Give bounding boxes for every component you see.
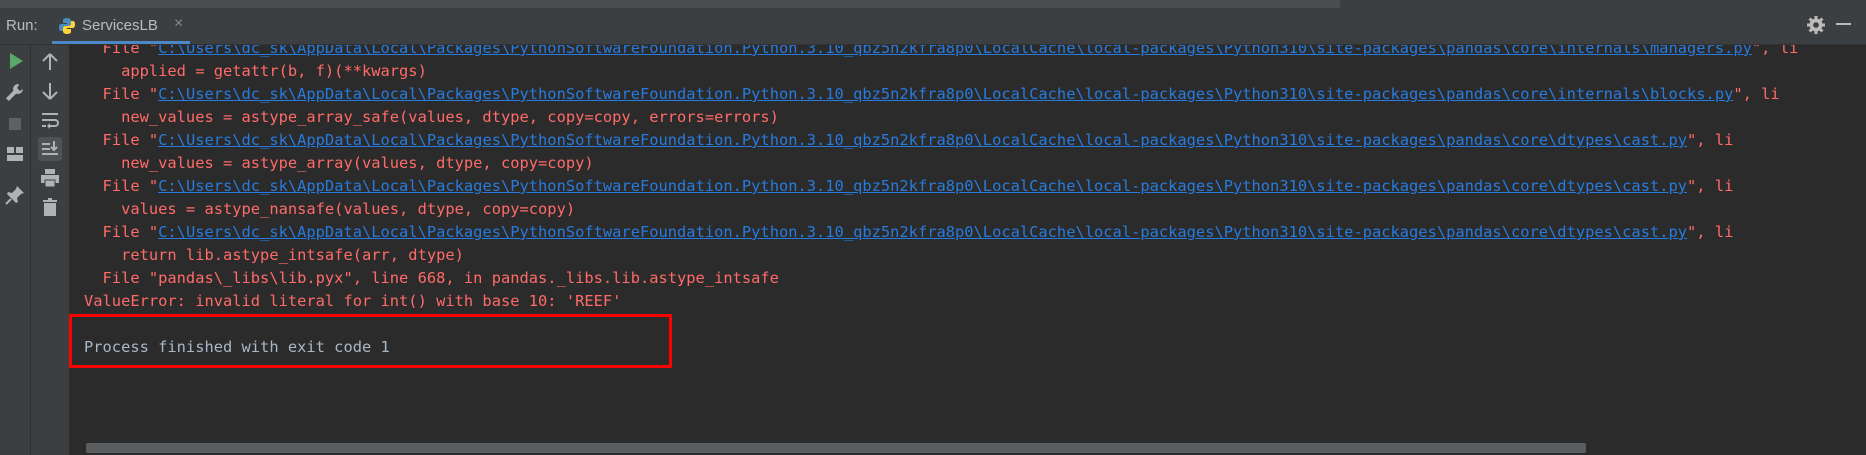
console-output[interactable]: File "C:\Users\dc_sk\AppData\Local\Packa… xyxy=(70,45,1866,455)
file-prefix: File " xyxy=(84,177,159,195)
stop-icon[interactable] xyxy=(3,112,27,136)
file-suffix: ", li xyxy=(1687,223,1734,241)
file-suffix: ", li xyxy=(1687,131,1734,149)
left-tool-strip xyxy=(0,45,31,455)
error-highlight-box xyxy=(69,314,672,368)
traceback-code-line: return lib.astype_intsafe(arr, dtype) xyxy=(84,246,464,264)
file-path-link[interactable]: C:\Users\dc_sk\AppData\Local\Packages\Py… xyxy=(158,131,1687,149)
file-prefix: File " xyxy=(84,85,159,103)
gear-icon[interactable] xyxy=(1805,14,1827,36)
tab-services-lb[interactable]: ServicesLB × xyxy=(52,8,190,44)
traceback-file-line: File "C:\Users\dc_sk\AppData\Local\Packa… xyxy=(84,128,1734,152)
file-prefix: File " xyxy=(84,223,159,241)
traceback-file-line: File "C:\Users\dc_sk\AppData\Local\Packa… xyxy=(84,82,1780,106)
traceback-file-line: File "C:\Users\dc_sk\AppData\Local\Packa… xyxy=(84,174,1734,198)
run-icon[interactable] xyxy=(3,49,27,73)
wrench-icon[interactable] xyxy=(3,81,27,105)
run-label: Run: xyxy=(6,17,38,34)
pin-icon[interactable] xyxy=(3,183,27,207)
python-file-icon xyxy=(59,18,75,34)
console-tool-strip xyxy=(31,45,70,455)
tab-label: ServicesLB xyxy=(82,17,158,34)
file-path-link[interactable]: C:\Users\dc_sk\AppData\Local\Packages\Py… xyxy=(158,223,1687,241)
layout-icon[interactable] xyxy=(3,142,27,166)
traceback-code-line: new_values = astype_array(values, dtype,… xyxy=(84,154,594,172)
traceback-code-line: applied = getattr(b, f)(**kwargs) xyxy=(84,62,427,80)
soft-wrap-icon[interactable] xyxy=(38,108,62,132)
arrow-up-icon[interactable] xyxy=(38,50,62,74)
file-prefix: File " xyxy=(84,45,159,57)
error-message-line: ValueError: invalid literal for int() wi… xyxy=(84,292,622,310)
arrow-down-icon[interactable] xyxy=(38,79,62,103)
traceback-code-line: new_values = astype_array_safe(values, d… xyxy=(84,108,779,126)
traceback-file-line: File "C:\Users\dc_sk\AppData\Local\Packa… xyxy=(84,45,1799,60)
close-icon[interactable]: × xyxy=(174,15,183,33)
top-scrollbar[interactable] xyxy=(0,0,1866,8)
print-icon[interactable] xyxy=(38,166,62,190)
traceback-file-line: File "pandas\_libs\lib.pyx", line 668, i… xyxy=(84,269,779,287)
file-suffix: ", li xyxy=(1751,45,1799,57)
traceback-file-line: File "C:\Users\dc_sk\AppData\Local\Packa… xyxy=(84,220,1734,244)
traceback-code-line: values = astype_nansafe(values, dtype, c… xyxy=(84,200,576,218)
minimize-icon[interactable] xyxy=(1836,23,1851,25)
file-suffix: ", li xyxy=(1687,177,1734,195)
run-toolbar-header: Run: ServicesLB × xyxy=(0,8,1866,45)
file-suffix: ", li xyxy=(1733,85,1780,103)
trash-icon[interactable] xyxy=(38,195,62,219)
horizontal-scrollbar-thumb[interactable] xyxy=(86,443,1586,453)
file-path-link[interactable]: C:\Users\dc_sk\AppData\Local\Packages\Py… xyxy=(158,45,1752,57)
file-path-link[interactable]: C:\Users\dc_sk\AppData\Local\Packages\Py… xyxy=(158,85,1733,103)
file-path-link[interactable]: C:\Users\dc_sk\AppData\Local\Packages\Py… xyxy=(158,177,1687,195)
top-scrollbar-thumb[interactable] xyxy=(0,0,1340,8)
scroll-to-end-icon[interactable] xyxy=(38,137,62,161)
file-prefix: File " xyxy=(84,131,159,149)
